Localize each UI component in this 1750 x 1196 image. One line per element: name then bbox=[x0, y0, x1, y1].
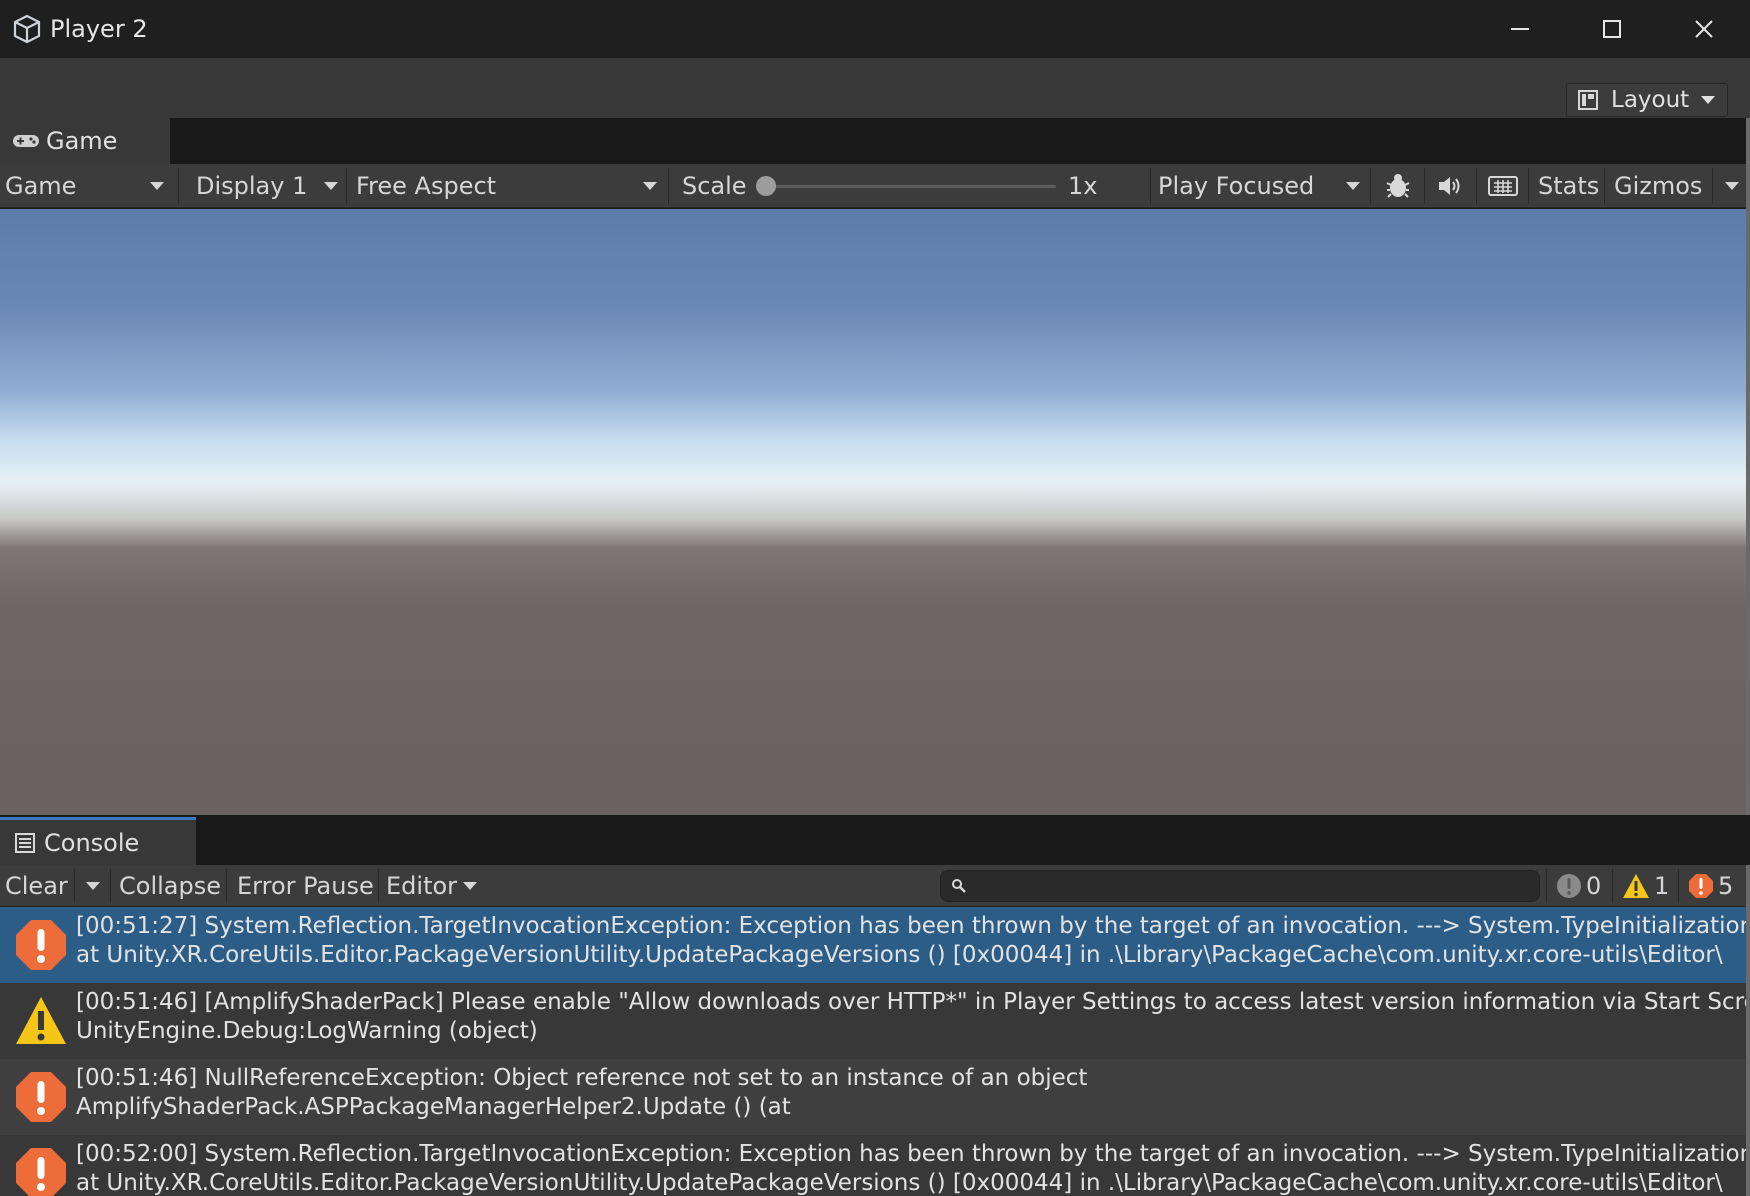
console-entry-warning[interactable]: [00:51:46] [AmplifyShaderPack] Please en… bbox=[0, 983, 1746, 1059]
layout-icon bbox=[1578, 90, 1598, 110]
play-mode-label: Play Focused bbox=[1158, 172, 1315, 200]
scale-label: Scale bbox=[682, 172, 747, 200]
play-mode-dropdown[interactable]: Play Focused bbox=[1158, 164, 1370, 208]
title-bar: Player 2 bbox=[0, 0, 1750, 58]
warning-icon bbox=[16, 997, 66, 1044]
console-entry-stacktrace: UnityEngine.Debug:LogWarning (object) bbox=[76, 1018, 538, 1044]
console-log-list: [00:51:27] System.Reflection.TargetInvoc… bbox=[0, 907, 1746, 1196]
error-count: 5 bbox=[1718, 872, 1734, 900]
minimize-icon bbox=[1511, 28, 1529, 30]
minimize-button[interactable] bbox=[1474, 0, 1566, 58]
maximize-icon bbox=[1603, 20, 1621, 38]
console-entry-stacktrace: at Unity.XR.CoreUtils.Editor.PackageVers… bbox=[76, 942, 1723, 968]
stats-button[interactable]: Stats bbox=[1538, 164, 1599, 208]
scale-slider-track bbox=[760, 185, 1056, 188]
scale-value: 1x bbox=[1068, 172, 1098, 200]
clear-options-dropdown[interactable] bbox=[82, 865, 104, 907]
chevron-down-icon bbox=[86, 882, 100, 890]
console-entry-error[interactable]: [00:51:27] System.Reflection.TargetInvoc… bbox=[0, 907, 1746, 983]
scale-slider-knob[interactable] bbox=[756, 176, 776, 196]
search-icon bbox=[952, 879, 966, 893]
info-icon bbox=[1557, 874, 1581, 898]
collapse-toggle[interactable]: Collapse bbox=[119, 865, 221, 907]
aspect-label: Free Aspect bbox=[356, 172, 497, 200]
debug-toggle[interactable] bbox=[1376, 164, 1420, 208]
window-title: Player 2 bbox=[50, 15, 148, 43]
error-icon bbox=[1689, 874, 1713, 898]
layout-label: Layout bbox=[1611, 87, 1690, 113]
chevron-down-icon bbox=[1725, 182, 1739, 190]
maximize-button[interactable] bbox=[1566, 0, 1658, 58]
tab-console-label: Console bbox=[44, 828, 140, 857]
display-dropdown[interactable]: Display 1 bbox=[196, 164, 341, 208]
editor-target-dropdown[interactable]: Editor bbox=[386, 865, 478, 907]
error-pause-toggle[interactable]: Error Pause bbox=[237, 865, 374, 907]
error-icon bbox=[16, 1072, 66, 1122]
warning-filter-toggle[interactable]: 1 bbox=[1622, 865, 1669, 907]
console-entry-message: [00:51:46] NullReferenceException: Objec… bbox=[76, 1065, 1088, 1091]
gamepad-icon bbox=[12, 132, 40, 150]
chevron-down-icon bbox=[463, 882, 478, 890]
editor-top-strip: Layout bbox=[0, 58, 1750, 118]
chevron-down-icon bbox=[324, 182, 338, 190]
console-tab-strip: Console bbox=[0, 815, 1750, 865]
error-icon bbox=[16, 920, 66, 970]
console-entry-message: [00:52:00] System.Reflection.TargetInvoc… bbox=[76, 1141, 1746, 1167]
gizmos-button[interactable]: Gizmos bbox=[1614, 164, 1702, 208]
game-tab-strip: Game bbox=[0, 118, 1750, 164]
chevron-down-icon bbox=[1346, 182, 1360, 190]
speaker-icon bbox=[1439, 177, 1460, 195]
window-edge bbox=[1746, 118, 1750, 1196]
tab-console[interactable]: Console bbox=[0, 817, 196, 865]
console-entry-stacktrace: AmplifyShaderPack.ASPPackageManagerHelpe… bbox=[76, 1094, 791, 1120]
game-view-dropdown[interactable]: Game bbox=[5, 164, 170, 208]
bug-icon bbox=[1386, 174, 1410, 198]
clear-button[interactable]: Clear bbox=[5, 865, 68, 907]
close-button[interactable] bbox=[1658, 0, 1750, 58]
keyboard-icon bbox=[1488, 176, 1518, 196]
error-filter-toggle[interactable]: 5 bbox=[1688, 865, 1733, 907]
chevron-down-icon bbox=[643, 182, 657, 190]
unity-cube-icon bbox=[10, 12, 44, 46]
display-label: Display 1 bbox=[196, 172, 308, 200]
mute-audio-toggle[interactable] bbox=[1430, 164, 1470, 208]
warning-count: 1 bbox=[1654, 872, 1670, 900]
error-icon bbox=[16, 1148, 66, 1196]
warning-icon bbox=[1623, 874, 1649, 898]
console-entry-error[interactable]: [00:52:00] System.Reflection.TargetInvoc… bbox=[0, 1135, 1746, 1196]
log-count: 0 bbox=[1586, 872, 1602, 900]
gizmos-dropdown[interactable] bbox=[1720, 164, 1744, 208]
close-icon bbox=[1695, 20, 1713, 38]
console-entry-message: [00:51:27] System.Reflection.TargetInvoc… bbox=[76, 913, 1746, 939]
tab-game[interactable]: Game bbox=[0, 118, 170, 164]
log-filter-toggle[interactable]: 0 bbox=[1556, 865, 1601, 907]
editor-target-label: Editor bbox=[386, 872, 458, 900]
console-search-input[interactable] bbox=[940, 870, 1540, 902]
console-entry-stacktrace: at Unity.XR.CoreUtils.Editor.PackageVers… bbox=[76, 1170, 1723, 1196]
console-entry-message: [00:51:46] [AmplifyShaderPack] Please en… bbox=[76, 989, 1746, 1015]
layout-dropdown[interactable]: Layout bbox=[1566, 83, 1728, 117]
aspect-dropdown[interactable]: Free Aspect bbox=[356, 164, 662, 208]
game-view-label: Game bbox=[5, 172, 77, 200]
console-toolbar: Clear Collapse Error Pause Editor 0 1 5 bbox=[0, 865, 1746, 907]
console-icon bbox=[14, 832, 36, 854]
tab-game-label: Game bbox=[46, 127, 118, 155]
console-entry-error[interactable]: [00:51:46] NullReferenceException: Objec… bbox=[0, 1059, 1746, 1135]
chevron-down-icon bbox=[1701, 96, 1716, 104]
game-viewport[interactable] bbox=[0, 209, 1746, 815]
chevron-down-icon bbox=[150, 182, 164, 190]
game-toolbar: Game Display 1 Free Aspect Scale 1x Play… bbox=[0, 164, 1746, 208]
keyboard-toggle[interactable] bbox=[1482, 164, 1524, 208]
